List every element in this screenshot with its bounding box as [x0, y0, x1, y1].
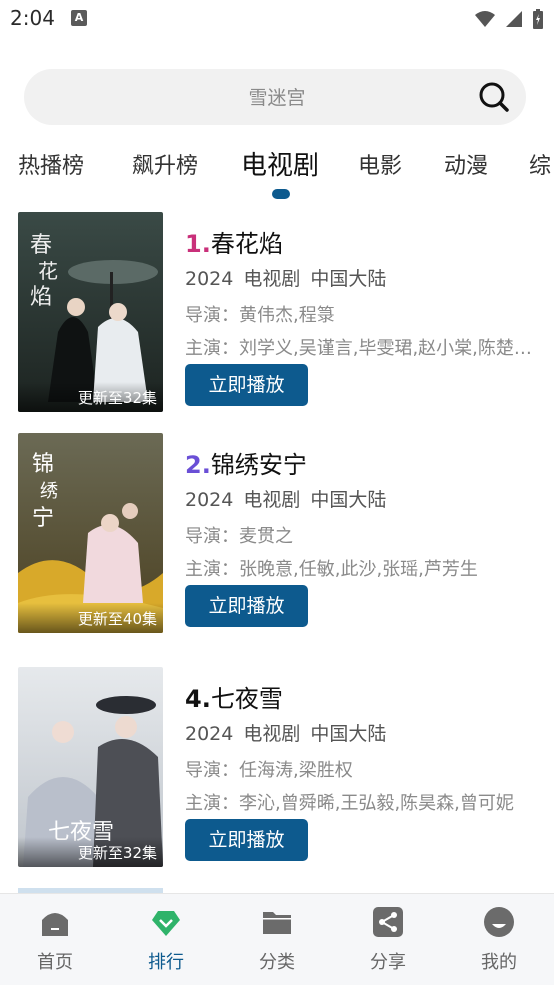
svg-text:宁: 宁 [32, 506, 54, 531]
item-meta: 2024 电视剧 中国大陆 [185, 719, 396, 746]
search-bar[interactable] [24, 69, 530, 127]
tab-tv-series[interactable]: 电视剧 [241, 145, 319, 182]
svg-text:焰: 焰 [30, 285, 52, 310]
svg-text:春: 春 [30, 233, 52, 258]
item-meta: 2024 电视剧 中国大陆 [185, 485, 396, 512]
nav-label: 分享 [370, 952, 406, 973]
nav-label: 首页 [37, 952, 73, 973]
region: 中国大陆 [310, 723, 387, 745]
nav-label: 我的 [481, 952, 517, 973]
update-badge: 更新至32集 [18, 837, 163, 867]
title-text: 锦绣安宁 [210, 451, 307, 479]
play-button[interactable]: 立即播放 [185, 585, 308, 627]
director-text: 导演：任海涛,梁胜权 [185, 760, 353, 781]
director-text: 导演：黄伟杰,程箓 [185, 305, 335, 326]
actors-text: 主演：张晚意,任敏,此沙,张瑶,芦芳生 [185, 559, 478, 580]
status-time: 2:04 [10, 6, 55, 30]
category: 电视剧 [243, 723, 301, 745]
title-text: 春花焰 [210, 230, 283, 258]
poster-image[interactable]: 锦 绣 宁 更新至40集 [18, 433, 163, 633]
profile-icon [484, 907, 514, 937]
director-text: 导演：麦贯之 [185, 526, 293, 547]
nav-label: 排行 [148, 952, 184, 973]
ranking-icon [152, 911, 180, 936]
list-item[interactable]: 春 花 焰 更新至32集 1.春花焰 2024 电视剧 中国大陆 导演：黄伟杰,程箓… [0, 212, 554, 422]
update-badge: 更新至32集 [18, 382, 163, 412]
item-meta: 2024 电视剧 中国大陆 [185, 264, 396, 291]
item-title[interactable]: 1.春花焰 [185, 224, 283, 259]
list-item[interactable]: 锦 绣 宁 更新至40集 2.锦绣安宁 2024 电视剧 中国大陆 导演：麦贯之 主… [0, 433, 554, 643]
rank-number: 1. [185, 230, 211, 258]
tab-anime[interactable]: 动漫 [444, 148, 488, 180]
nav-category[interactable]: 分类 [237, 906, 317, 976]
nav-label: 分类 [259, 952, 295, 973]
search-input[interactable] [24, 69, 530, 127]
item-title[interactable]: 2.锦绣安宁 [185, 445, 307, 480]
rank-number: 4. [185, 685, 211, 713]
tab-hot[interactable]: 热播榜 [18, 148, 84, 180]
poster-image[interactable]: 七夜雪 更新至32集 [18, 667, 163, 867]
year: 2024 [185, 489, 234, 511]
list-item[interactable]: 七夜雪 更新至32集 4.七夜雪 2024 电视剧 中国大陆 导演：任海涛,梁胜权 … [0, 667, 554, 877]
title-text: 七夜雪 [210, 685, 283, 713]
play-button[interactable]: 立即播放 [185, 364, 308, 406]
region: 中国大陆 [310, 268, 387, 290]
svg-text:花: 花 [38, 259, 58, 283]
nav-profile[interactable]: 我的 [459, 906, 539, 976]
folder-icon [263, 912, 291, 934]
nav-home[interactable]: 首页 [15, 906, 95, 976]
poster-image[interactable]: 春 花 焰 更新至32集 [18, 212, 163, 412]
actors-text: 主演：李沁,曾舜晞,王弘毅,陈昊森,曾可妮 [185, 793, 514, 814]
update-badge: 更新至40集 [18, 603, 163, 633]
search-icon[interactable] [478, 81, 510, 113]
item-title[interactable]: 4.七夜雪 [185, 679, 283, 714]
svg-text:锦: 锦 [32, 452, 54, 477]
actors-text: 主演：刘学义,吴谨言,毕雯珺,赵小棠,陈楚… [185, 338, 532, 359]
status-bar: 2:04 A [0, 0, 554, 38]
nav-share[interactable]: 分享 [348, 906, 428, 976]
nav-ranking[interactable]: 排行 [126, 906, 206, 976]
wifi-icon [475, 11, 495, 27]
region: 中国大陆 [310, 489, 387, 511]
svg-text:绣: 绣 [40, 481, 58, 502]
status-icons [474, 8, 544, 30]
year: 2024 [185, 268, 234, 290]
tab-variety[interactable]: 综 [529, 148, 551, 180]
tab-movie[interactable]: 电影 [358, 148, 402, 180]
share-icon [373, 907, 403, 937]
category: 电视剧 [243, 489, 301, 511]
year: 2024 [185, 723, 234, 745]
notification-icon: A [71, 10, 87, 26]
rank-number: 2. [185, 451, 211, 479]
play-button[interactable]: 立即播放 [185, 819, 308, 861]
bottom-navigation: 首页 排行 分类 分享 我的 [0, 893, 554, 985]
category: 电视剧 [243, 268, 301, 290]
battery-icon [533, 9, 543, 29]
tab-rising[interactable]: 飙升榜 [132, 148, 198, 180]
signal-icon [506, 11, 522, 27]
home-icon [42, 913, 68, 936]
tab-indicator [272, 189, 290, 199]
